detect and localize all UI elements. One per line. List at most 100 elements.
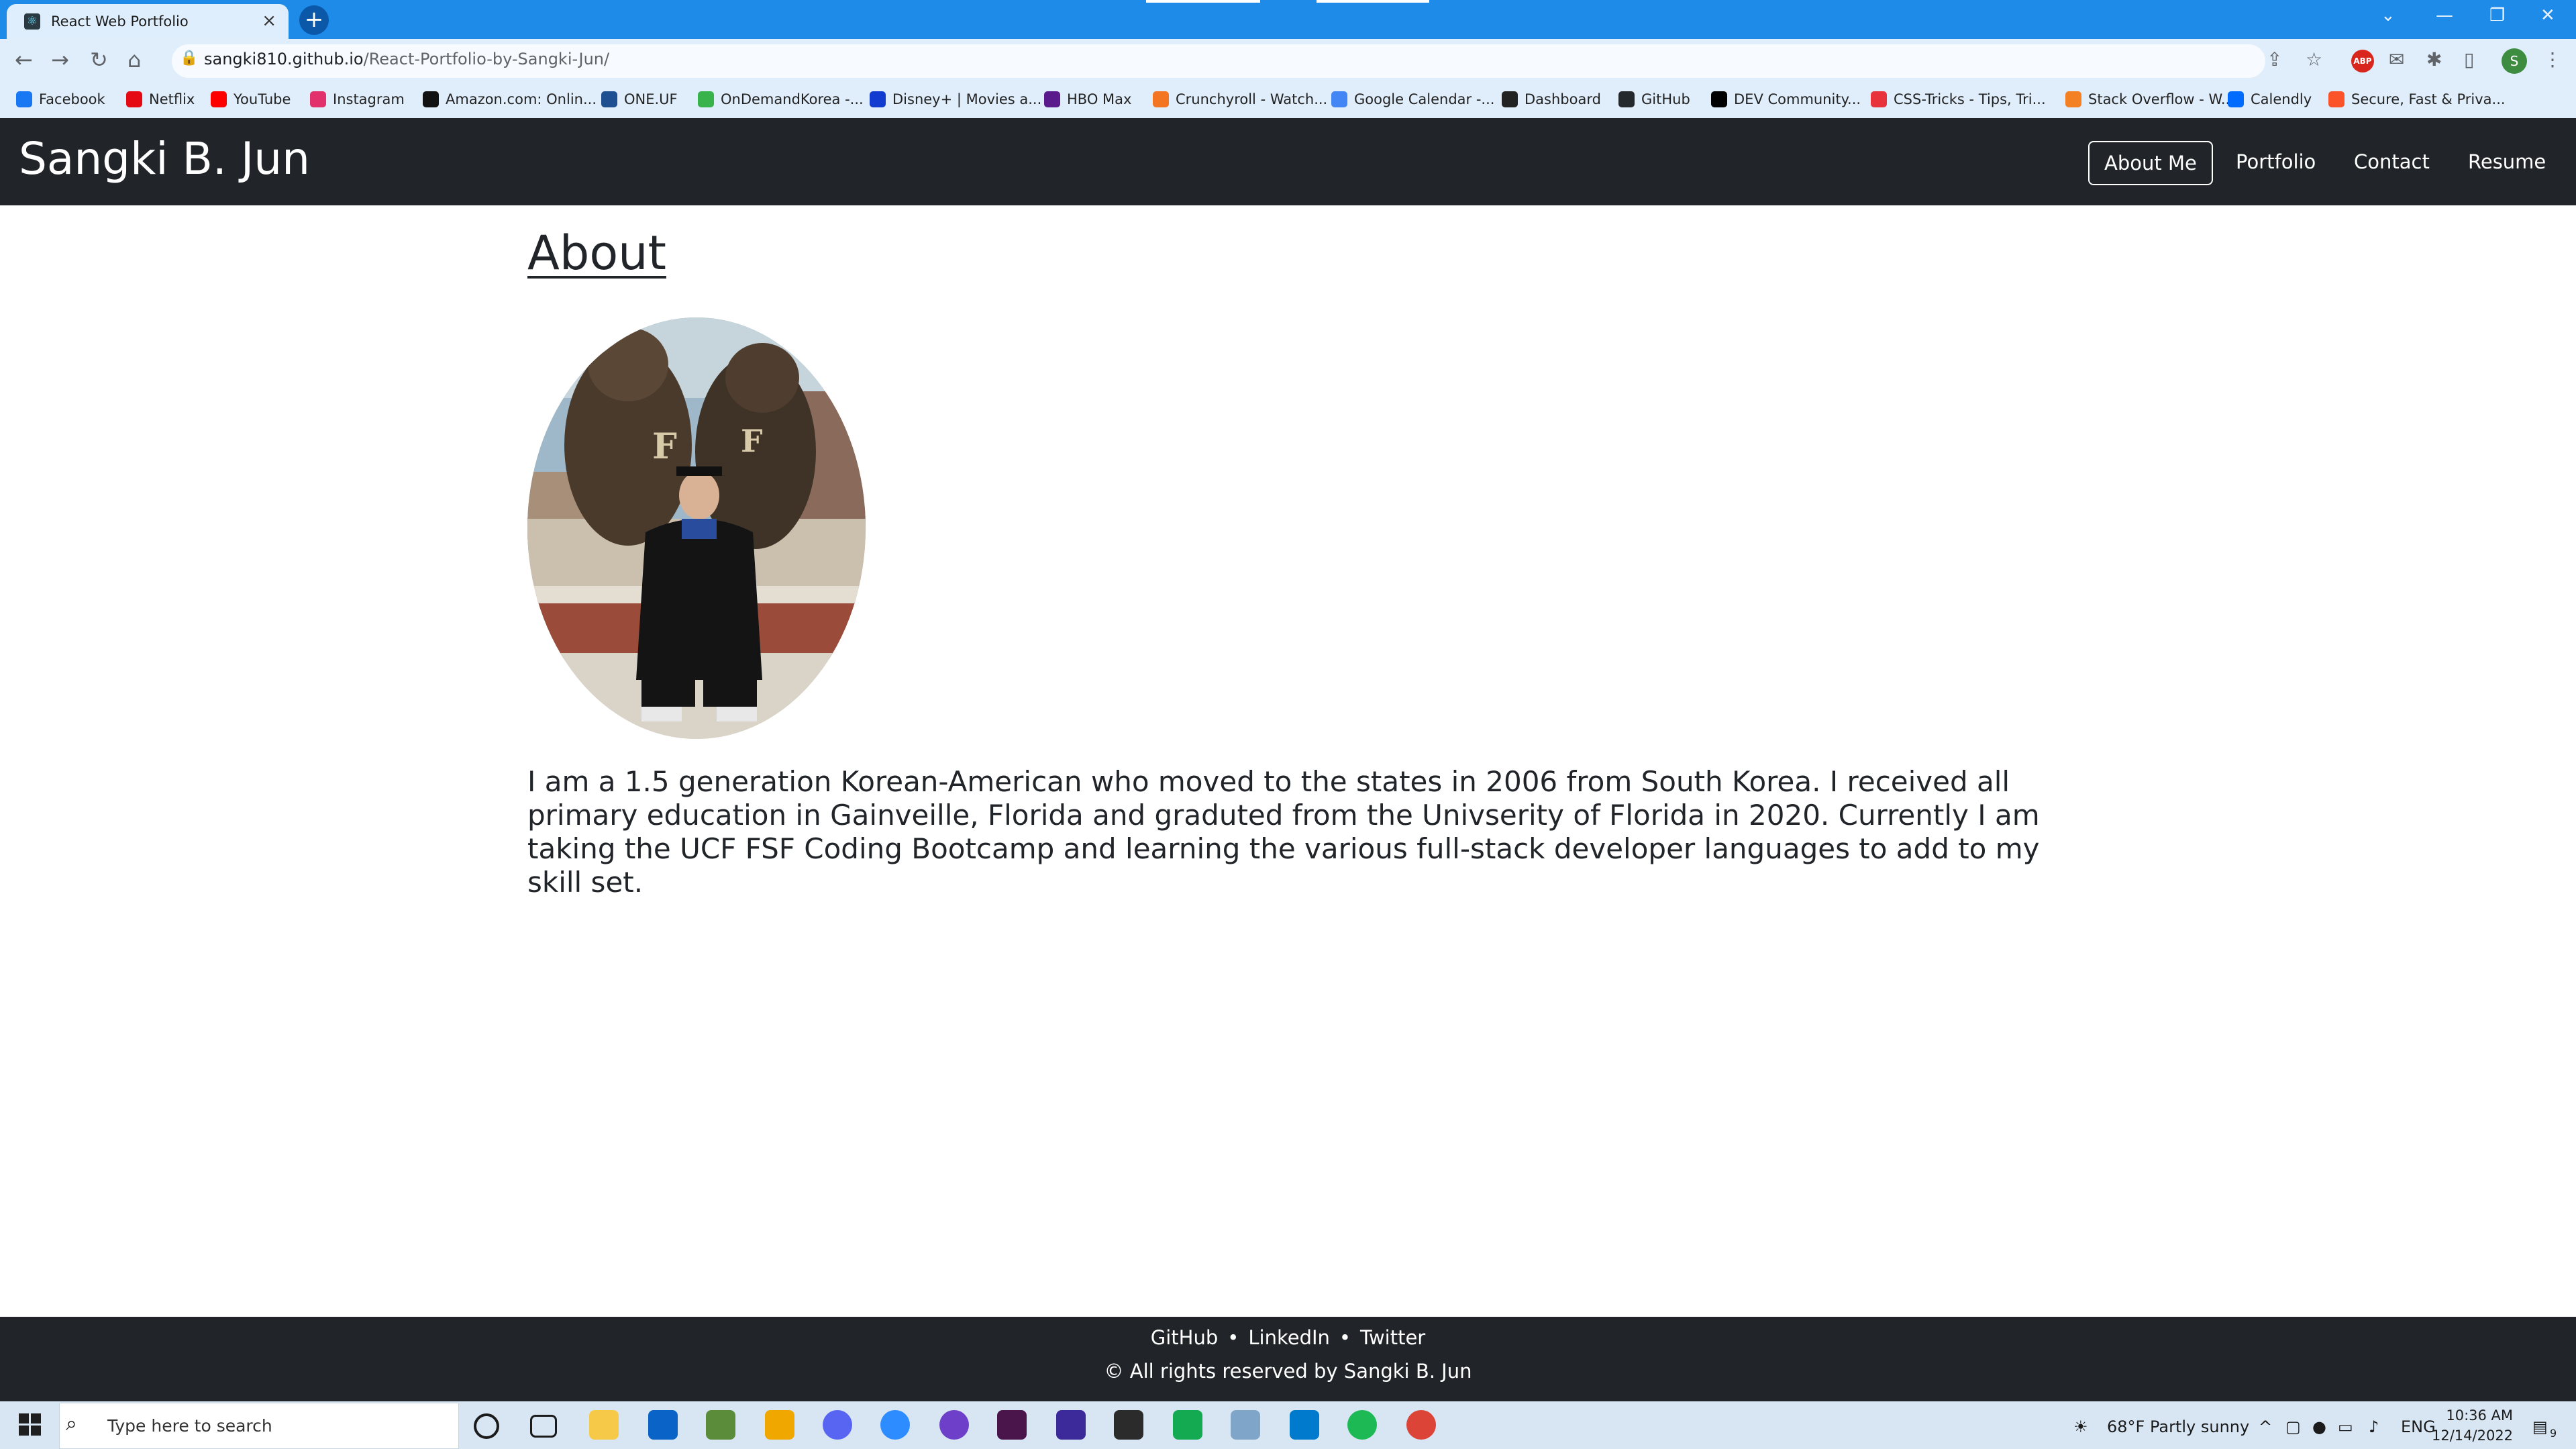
- microphone-icon[interactable]: ●: [2312, 1417, 2326, 1436]
- task-view-icon[interactable]: [530, 1415, 557, 1438]
- bookmark-item[interactable]: Google Calendar -...: [1331, 91, 1494, 107]
- network-icon[interactable]: ▭: [2338, 1417, 2353, 1436]
- share-icon[interactable]: ⇪: [2267, 48, 2282, 70]
- vectorworks-icon[interactable]: [765, 1410, 794, 1440]
- app-purple-icon[interactable]: [1056, 1410, 1086, 1440]
- minecraft-icon[interactable]: [706, 1410, 735, 1440]
- footer-link-github[interactable]: GitHub: [1151, 1326, 1219, 1349]
- zoom-icon[interactable]: [880, 1410, 910, 1440]
- bookmark-item[interactable]: HBO Max: [1044, 91, 1131, 107]
- minimize-icon[interactable]: —: [2436, 5, 2453, 26]
- bookmarks-bar: Facebook Netflix YouTube Instagram Amazon.co…: [0, 83, 2576, 118]
- bookmark-favicon-icon: [1871, 91, 1887, 107]
- copyright-text: © All rights reserved by Sangki B. Jun: [1104, 1360, 1472, 1383]
- bookmark-favicon-icon: [2065, 91, 2081, 107]
- app-dark-icon[interactable]: [1114, 1410, 1143, 1440]
- nav-resume[interactable]: Resume: [2453, 141, 2561, 183]
- bookmark-item[interactable]: OnDemandKorea -...: [698, 91, 864, 107]
- back-icon[interactable]: ←: [15, 47, 33, 72]
- tab-search-icon[interactable]: ⌄: [2381, 5, 2395, 26]
- weather-sun-icon[interactable]: ☀: [2073, 1417, 2088, 1436]
- speaker-icon[interactable]: ♪: [2369, 1417, 2379, 1436]
- bookmark-item[interactable]: Crunchyroll - Watch...: [1153, 91, 1327, 107]
- tab-title: React Web Portfolio: [51, 13, 189, 30]
- bookmark-favicon-icon: [1044, 91, 1060, 107]
- close-window-icon[interactable]: ✕: [2540, 5, 2555, 26]
- mail-icon[interactable]: [648, 1410, 678, 1440]
- site-brand[interactable]: Sangki B. Jun: [19, 133, 310, 185]
- url-text[interactable]: sangki810.github.io/React-Portfolio-by-S…: [204, 50, 609, 68]
- site-footer: GitHub • LinkedIn • Twitter © All rights res…: [0, 1317, 2576, 1401]
- bookmark-favicon-icon: [870, 91, 886, 107]
- windows-start-icon[interactable]: [19, 1413, 42, 1436]
- bookmark-item[interactable]: Netflix: [126, 91, 195, 107]
- page-title: About: [527, 226, 666, 281]
- browser-tab[interactable]: ⚛ React Web Portfolio ×: [7, 4, 289, 39]
- bookmark-item[interactable]: Dashboard: [1502, 91, 1601, 107]
- profile-avatar[interactable]: S: [2502, 48, 2527, 74]
- adblock-icon[interactable]: ABP: [2351, 50, 2374, 72]
- bookmark-favicon-icon: [126, 91, 142, 107]
- menu-kebab-icon[interactable]: ⋮: [2543, 48, 2562, 70]
- bookmark-item[interactable]: Stack Overflow - W...: [2065, 91, 2234, 107]
- bookmark-item[interactable]: GitHub: [1618, 91, 1690, 107]
- bookmark-item[interactable]: Secure, Fast & Priva...: [2328, 91, 2506, 107]
- bookmark-item[interactable]: Instagram: [310, 91, 405, 107]
- slack-icon[interactable]: [997, 1410, 1027, 1440]
- lock-icon[interactable]: 🔒: [180, 50, 198, 66]
- bookmark-item[interactable]: ONE.UF: [601, 91, 678, 107]
- bookmark-label: Google Calendar -...: [1354, 91, 1495, 107]
- nav-about-me[interactable]: About Me: [2088, 141, 2213, 185]
- windows-taskbar: ⌕ Type here to search 43 ☀ 68°F Partly s…: [0, 1401, 2576, 1449]
- forward-icon[interactable]: →: [51, 47, 69, 72]
- bookmark-item[interactable]: YouTube: [211, 91, 291, 107]
- vscode-icon[interactable]: [1290, 1410, 1319, 1440]
- bookmark-favicon-icon: [601, 91, 617, 107]
- new-tab-button[interactable]: +: [299, 5, 329, 35]
- bookmark-item[interactable]: Calendly: [2228, 91, 2312, 107]
- taskbar-clock[interactable]: 10:36 AM 12/14/2022: [2432, 1405, 2513, 1446]
- reload-icon[interactable]: ↻: [90, 47, 108, 72]
- nav-contact[interactable]: Contact: [2339, 141, 2444, 183]
- footer-link-twitter[interactable]: Twitter: [1360, 1326, 1425, 1349]
- footer-link-linkedin[interactable]: LinkedIn: [1248, 1326, 1330, 1349]
- close-tab-icon[interactable]: ×: [262, 11, 276, 31]
- home-icon[interactable]: ⌂: [127, 47, 141, 72]
- github-desktop-icon[interactable]: [939, 1410, 969, 1440]
- side-panel-icon[interactable]: ▯: [2464, 48, 2474, 70]
- bookmark-label: Facebook: [39, 91, 105, 107]
- bookmark-item[interactable]: Disney+ | Movies a...: [870, 91, 1041, 107]
- bookmark-item[interactable]: CSS-Tricks - Tips, Tri...: [1871, 91, 2046, 107]
- bookmark-label: HBO Max: [1067, 91, 1132, 107]
- bookmark-favicon-icon: [310, 91, 326, 107]
- bookmark-label: CSS-Tricks - Tips, Tri...: [1894, 91, 2046, 107]
- extension-icon[interactable]: ✉: [2389, 48, 2404, 70]
- weather-text[interactable]: 68°F Partly sunny: [2107, 1417, 2249, 1436]
- react-icon: ⚛: [24, 13, 40, 30]
- spotify-icon[interactable]: [1347, 1410, 1377, 1440]
- clock-date: 12/14/2022: [2432, 1428, 2514, 1444]
- app-blue-icon[interactable]: [1231, 1410, 1260, 1440]
- discord-icon[interactable]: [823, 1410, 852, 1440]
- mongodb-icon[interactable]: [1173, 1410, 1202, 1440]
- meet-now-icon[interactable]: ▢: [2285, 1417, 2301, 1436]
- bookmark-item[interactable]: Facebook: [16, 91, 105, 107]
- chevron-up-icon[interactable]: ^: [2259, 1417, 2272, 1436]
- nav-portfolio[interactable]: Portfolio: [2221, 141, 2330, 183]
- chrome-icon[interactable]: [1406, 1410, 1436, 1440]
- taskbar-search-placeholder[interactable]: Type here to search: [107, 1416, 272, 1436]
- restore-icon[interactable]: ❐: [2489, 5, 2505, 26]
- search-icon: ⌕: [66, 1412, 77, 1436]
- language-indicator[interactable]: ENG: [2401, 1417, 2436, 1436]
- extensions-puzzle-icon[interactable]: ✱: [2426, 48, 2442, 70]
- tab-strip-indicator: [1317, 0, 1429, 3]
- cortana-icon[interactable]: [474, 1413, 499, 1439]
- file-explorer-icon[interactable]: [589, 1410, 619, 1440]
- bookmark-label: YouTube: [234, 91, 291, 107]
- bookmark-item[interactable]: Amazon.com: Onlin...: [423, 91, 597, 107]
- notification-icon[interactable]: ▤: [2532, 1417, 2548, 1436]
- star-bookmark-icon[interactable]: ☆: [2306, 48, 2322, 70]
- bookmark-favicon-icon: [16, 91, 32, 107]
- bookmark-item[interactable]: DEV Community...: [1711, 91, 1861, 107]
- bookmark-label: ONE.UF: [624, 91, 678, 107]
